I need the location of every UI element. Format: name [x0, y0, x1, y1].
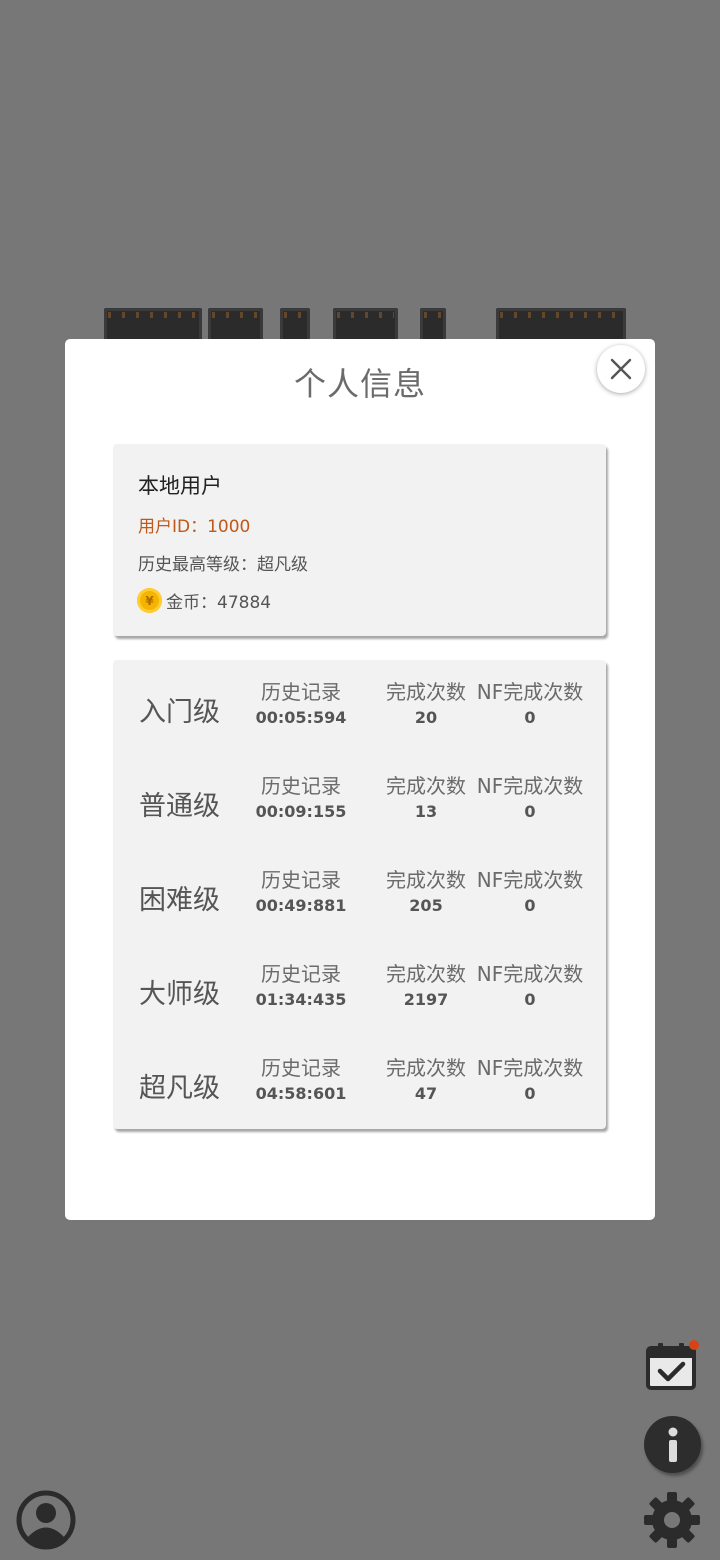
nf-label: NF完成次数 [476, 774, 584, 798]
coin-balance-text: 金币：47884 [166, 593, 272, 613]
record-column: 历史记录 01:34:435 [236, 960, 366, 1012]
level-stats-card: 入门级 历史记录 00:05:594 完成次数 20 NF完成次数 0 普通级 … [113, 660, 606, 1129]
background-title-tiles [100, 308, 630, 342]
best-level: 历史最高等级：超凡级 [138, 555, 308, 575]
gear-icon [644, 1492, 700, 1548]
nf-value: 0 [524, 1084, 536, 1103]
record-value: 00:09:155 [255, 802, 347, 821]
nf-value: 0 [524, 896, 536, 915]
stats-row: 困难级 历史记录 00:49:881 完成次数 205 NF完成次数 0 [113, 848, 606, 942]
profile-dialog: 个人信息 本地用户 用户ID：1000 历史最高等级：超凡级 ¥ 金币：4788… [65, 339, 655, 1220]
nf-value: 0 [524, 708, 536, 727]
level-name: 大师级 [139, 979, 220, 1010]
record-value: 00:05:594 [255, 708, 347, 727]
record-column: 历史记录 00:05:594 [236, 678, 366, 730]
nf-column: NF完成次数 0 [465, 1054, 595, 1106]
nf-column: NF完成次数 0 [465, 960, 595, 1012]
nf-label: NF完成次数 [476, 1056, 584, 1080]
stats-row: 入门级 历史记录 00:05:594 完成次数 20 NF完成次数 0 [113, 660, 606, 754]
record-label: 历史记录 [261, 1056, 341, 1080]
info-button[interactable] [644, 1416, 701, 1473]
nf-label: NF完成次数 [476, 868, 584, 892]
profile-button[interactable] [16, 1490, 76, 1550]
info-icon [668, 1427, 677, 1462]
stats-row: 超凡级 历史记录 04:58:601 完成次数 47 NF完成次数 0 [113, 1036, 606, 1130]
record-column: 历史记录 00:49:881 [236, 866, 366, 918]
dialog-title: 个人信息 [293, 365, 426, 403]
nf-column: NF完成次数 0 [465, 772, 595, 824]
level-name: 入门级 [139, 697, 220, 728]
level-name: 困难级 [139, 885, 220, 916]
nf-label: NF完成次数 [476, 962, 584, 986]
record-label: 历史记录 [261, 868, 341, 892]
close-icon [610, 358, 632, 380]
record-column: 历史记录 04:58:601 [236, 1054, 366, 1106]
record-value: 01:34:435 [255, 990, 347, 1009]
stats-row: 普通级 历史记录 00:09:155 完成次数 13 NF完成次数 0 [113, 754, 606, 848]
level-name: 普通级 [139, 791, 220, 822]
nf-label: NF完成次数 [476, 680, 584, 704]
nf-value: 0 [524, 802, 536, 821]
record-label: 历史记录 [261, 774, 341, 798]
coin-balance: ¥ 金币：47884 [137, 588, 271, 613]
nf-column: NF完成次数 0 [465, 678, 595, 730]
notification-dot [689, 1340, 699, 1350]
record-label: 历史记录 [261, 680, 341, 704]
record-label: 历史记录 [261, 962, 341, 986]
user-avatar-icon [16, 1490, 76, 1550]
daily-challenge-button[interactable] [645, 1340, 699, 1392]
record-value: 04:58:601 [255, 1084, 347, 1103]
level-name: 超凡级 [139, 1073, 220, 1104]
record-column: 历史记录 00:09:155 [236, 772, 366, 824]
nf-value: 0 [524, 990, 536, 1009]
stats-row: 大师级 历史记录 01:34:435 完成次数 2197 NF完成次数 0 [113, 942, 606, 1036]
settings-button[interactable] [640, 1488, 704, 1552]
user-name: 本地用户 [138, 474, 222, 498]
close-button[interactable] [597, 345, 645, 393]
user-info-card: 本地用户 用户ID：1000 历史最高等级：超凡级 ¥ 金币：47884 [113, 444, 606, 636]
coin-icon: ¥ [137, 588, 162, 613]
user-id: 用户ID：1000 [138, 517, 251, 537]
record-value: 00:49:881 [255, 896, 347, 915]
nf-column: NF完成次数 0 [465, 866, 595, 918]
